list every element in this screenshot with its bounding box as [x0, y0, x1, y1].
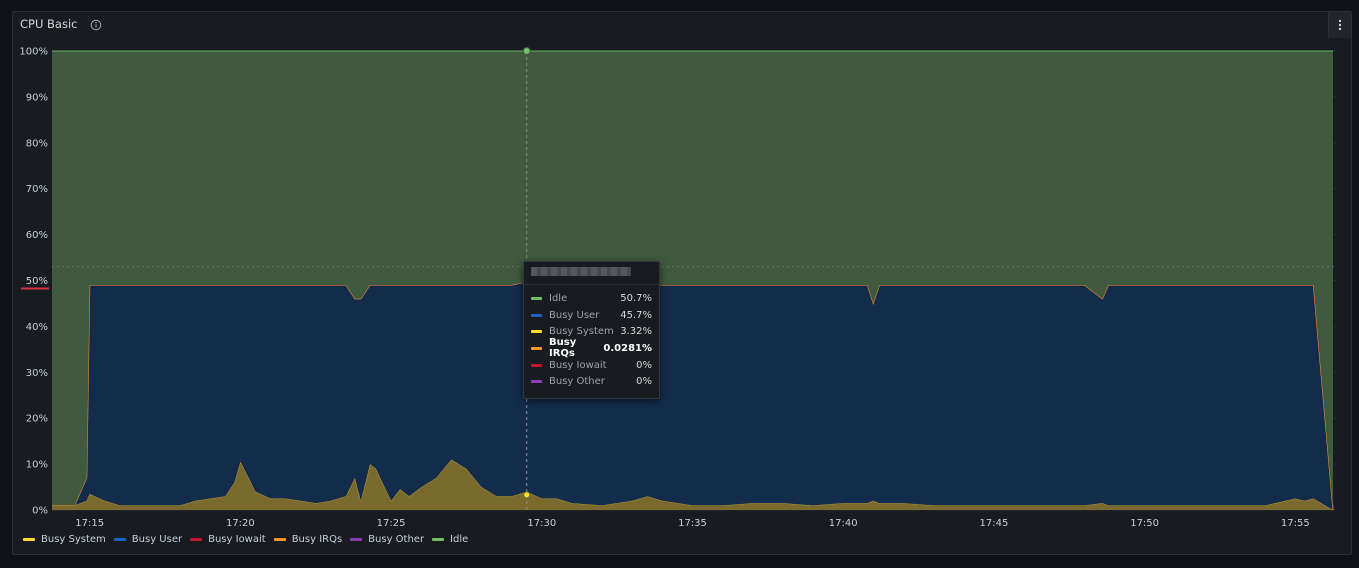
legend-label: Busy System — [41, 534, 106, 545]
tooltip-row: Busy User 45.7% — [524, 307, 659, 324]
y-axis: 0% 10% 20% 30% 40% 50% 60% 70% 80% 90% 100% — [19, 47, 49, 517]
x-tick-label: 17:45 — [979, 518, 1008, 529]
legend-item[interactable]: Busy User — [113, 534, 183, 545]
tooltip-swatch — [531, 296, 542, 300]
tooltip-swatch — [531, 363, 542, 367]
tooltip-row: Idle 50.7% — [524, 290, 659, 307]
chart-areas — [52, 50, 1334, 511]
y-tick-label: 80% — [26, 138, 48, 149]
tooltip-series-name: Busy IRQs — [549, 337, 577, 360]
tooltip-series-name: Busy User — [549, 309, 600, 321]
tooltip-swatch — [531, 313, 542, 317]
cpu-basic-panel: CPU Basic 0% 10% 20% 30% 40% 50% 60% 70% 80% 90% 1… — [12, 11, 1352, 555]
tooltip-series-name: Idle — [549, 292, 568, 304]
legend-item[interactable]: Busy System — [23, 534, 106, 545]
tooltip-row: Busy Other 0% — [524, 373, 659, 390]
x-tick-label: 17:50 — [1130, 518, 1159, 529]
legend-swatch — [23, 538, 35, 541]
chart-legend: Busy System Busy User Busy Iowait Busy IRQs… — [23, 534, 468, 545]
legend-swatch — [350, 538, 363, 541]
legend-swatch — [190, 538, 203, 541]
legend-label: Idle — [450, 534, 469, 545]
tooltip-swatch — [531, 380, 542, 384]
x-tick-label: 17:30 — [527, 518, 556, 529]
cursor-point-idle — [522, 47, 531, 55]
y-tick-label: 40% — [26, 322, 48, 333]
y-tick-label: 20% — [26, 414, 48, 425]
y-tick-label: 100% — [19, 47, 48, 58]
legend-label: Busy IRQs — [291, 534, 343, 545]
legend-swatch — [273, 538, 286, 541]
tooltip-swatch — [531, 330, 542, 334]
y-tick-label: 0% — [32, 506, 48, 517]
tooltip-series-value: 0.0281% — [603, 342, 652, 354]
legend-swatch — [432, 538, 445, 541]
x-tick-label: 17:20 — [226, 518, 255, 529]
tooltip-rows: Idle 50.7% Busy User 45.7% Busy System 3.32% B… — [524, 285, 659, 390]
legend-item[interactable]: Busy Other — [350, 534, 424, 545]
y-tick-label: 10% — [26, 460, 48, 471]
tooltip-series-value: 0% — [636, 359, 652, 371]
tooltip-series-name: Busy Other — [549, 376, 605, 388]
y-tick-label: 70% — [26, 184, 48, 195]
legend-item[interactable]: Busy IRQs — [273, 534, 343, 545]
x-tick-label: 17:25 — [377, 518, 406, 529]
legend-label: Busy Other — [368, 534, 425, 545]
legend-label: Busy User — [131, 534, 183, 545]
x-tick-label: 17:35 — [678, 518, 707, 529]
x-tick-label: 17:15 — [75, 518, 104, 529]
tooltip-series-value: 3.32% — [620, 326, 652, 338]
tooltip-row: Busy Iowait 0% — [524, 357, 659, 374]
y-tick-label: 60% — [26, 230, 48, 241]
cpu-area-chart[interactable]: 0%10%20%30%40%50%60%70%80%90%100% 17:15 1… — [13, 12, 1353, 556]
y-tick-label: 90% — [26, 92, 48, 103]
legend-label: Busy Iowait — [208, 534, 266, 545]
cursor-point-system — [523, 491, 531, 499]
y-tick-label: 30% — [26, 368, 48, 379]
y-tick-label: 50% — [26, 276, 48, 287]
tooltip-time-redacted — [531, 267, 631, 276]
x-tick-label: 17:55 — [1281, 518, 1310, 529]
tooltip-series-value: 45.7% — [620, 309, 652, 321]
tooltip-swatch — [531, 346, 542, 350]
x-axis: 17:15 17:20 17:25 17:30 17:35 17:40 17:45 17:50… — [75, 518, 1309, 529]
tooltip-series-value: 50.7% — [620, 292, 652, 304]
x-tick-label: 17:40 — [829, 518, 858, 529]
tooltip-header — [524, 262, 659, 285]
hover-tooltip: Idle 50.7% Busy User 45.7% Busy System 3.32% B… — [523, 261, 660, 399]
tooltip-series-name: Busy System — [549, 326, 614, 338]
legend-swatch — [113, 538, 126, 541]
legend-item[interactable]: Busy Iowait — [190, 534, 266, 545]
tooltip-series-name: Busy Iowait — [549, 359, 607, 371]
tooltip-series-value: 0% — [636, 376, 652, 388]
tooltip-row: Busy IRQs 0.0281% — [524, 337, 659, 360]
legend-item[interactable]: Idle — [432, 534, 468, 545]
